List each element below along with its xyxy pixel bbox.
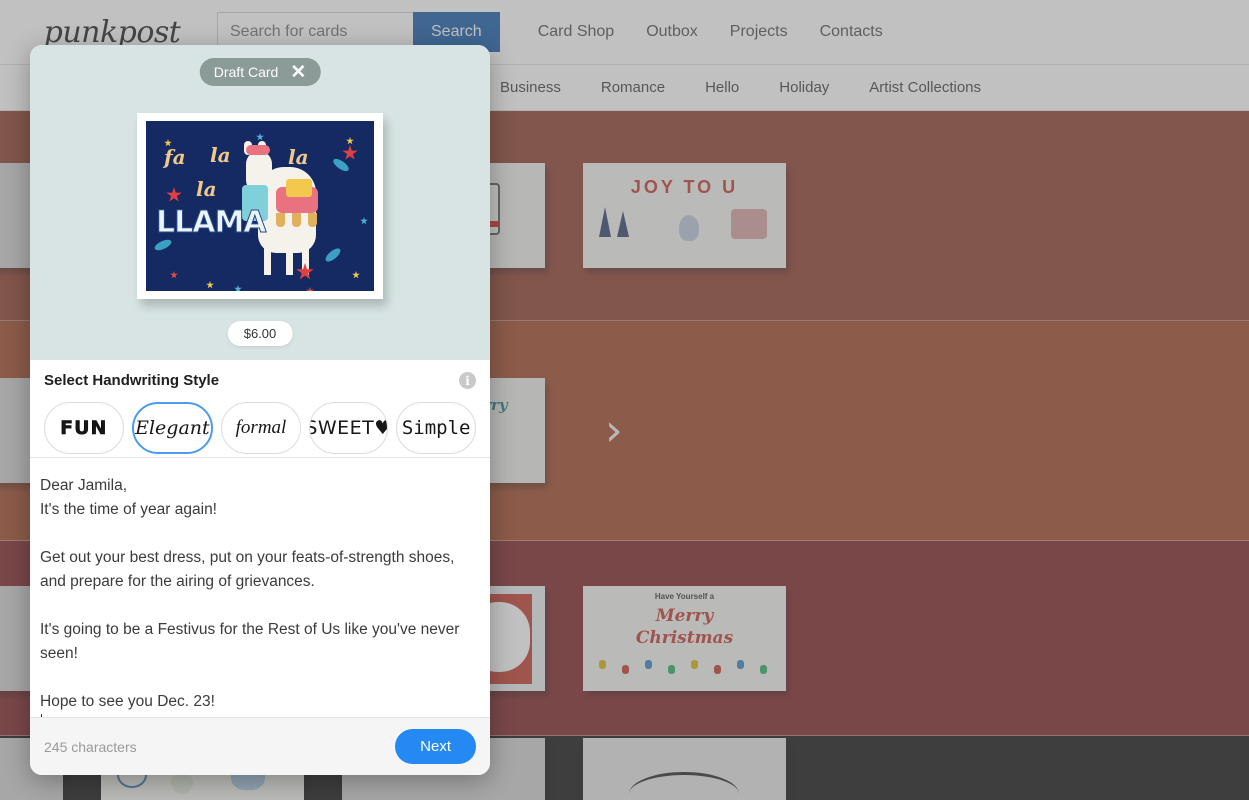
character-count: 245 characters	[44, 739, 137, 755]
llama-card-artwork: falalalaLLAMA	[146, 121, 374, 291]
card-artwork	[583, 738, 786, 800]
draft-card-label: Draft Card	[214, 64, 279, 80]
card-price: $6.00	[228, 321, 293, 346]
text-caret	[41, 714, 42, 717]
card-artwork: JOY TO U	[583, 163, 786, 268]
nav-item-outbox[interactable]: Outbox	[646, 23, 698, 41]
card-preview-section: Draft Card ✕ falalalaLLAMA $6.00	[30, 45, 490, 360]
card-tile[interactable]: JOY TO U	[583, 163, 786, 268]
handwriting-option-fun[interactable]: FUN	[44, 402, 124, 454]
nav-item-contacts[interactable]: Contacts	[820, 23, 883, 41]
handwriting-option-label: Simple	[402, 417, 471, 439]
card-tile[interactable]	[583, 738, 786, 800]
message-editor[interactable]: Dear Jamila, It's the time of year again…	[30, 458, 490, 717]
handwriting-option-label: SWEET♥	[309, 417, 389, 439]
next-button[interactable]: Next	[395, 729, 476, 764]
handwriting-option-simple[interactable]: Simple	[396, 402, 476, 454]
handwriting-option-label: formal	[236, 417, 287, 439]
handwriting-option-label: Elegant	[135, 417, 210, 439]
card-artwork: Have Yourself aMerryChristmas	[583, 586, 786, 691]
draft-card-pill[interactable]: Draft Card ✕	[200, 58, 321, 86]
handwriting-option-elegant[interactable]: Elegant	[132, 402, 214, 454]
subnav-item-holiday[interactable]: Holiday	[779, 79, 829, 96]
subnav-item-hello[interactable]: Hello	[705, 79, 739, 96]
nav-item-projects[interactable]: Projects	[730, 23, 788, 41]
card-tile[interactable]: Have Yourself aMerryChristmas	[583, 586, 786, 691]
close-icon[interactable]: ✕	[290, 63, 306, 82]
chevron-right-icon[interactable]: ›	[605, 409, 623, 453]
handwriting-style-title: Select Handwriting Style	[44, 372, 476, 389]
main-nav: Card Shop Outbox Projects Contacts	[538, 23, 883, 41]
handwriting-option-formal[interactable]: formal	[221, 402, 301, 454]
handwriting-option-label: FUN	[60, 417, 107, 439]
app-root: punkpost Search Card Shop Outbox Project…	[0, 0, 1249, 800]
subnav-item-artist-collections[interactable]: Artist Collections	[869, 79, 981, 96]
subnav-item-romance[interactable]: Romance	[601, 79, 665, 96]
message-text: Dear Jamila, It's the time of year again…	[40, 474, 480, 714]
card-preview-image[interactable]: falalalaLLAMA	[137, 113, 383, 299]
nav-item-card-shop[interactable]: Card Shop	[538, 23, 615, 41]
draft-card-modal: Draft Card ✕ falalalaLLAMA $6.00 Select …	[30, 45, 490, 775]
subnav-item-business[interactable]: Business	[500, 79, 561, 96]
handwriting-option-sweet[interactable]: SWEET♥	[309, 402, 389, 454]
modal-footer: 245 characters Next	[30, 717, 490, 775]
handwriting-style-section: Select Handwriting Style i FUN Elegant f…	[30, 360, 490, 458]
info-icon[interactable]: i	[459, 372, 476, 389]
handwriting-style-options: FUN Elegant formal SWEET♥ Simple	[44, 402, 476, 454]
